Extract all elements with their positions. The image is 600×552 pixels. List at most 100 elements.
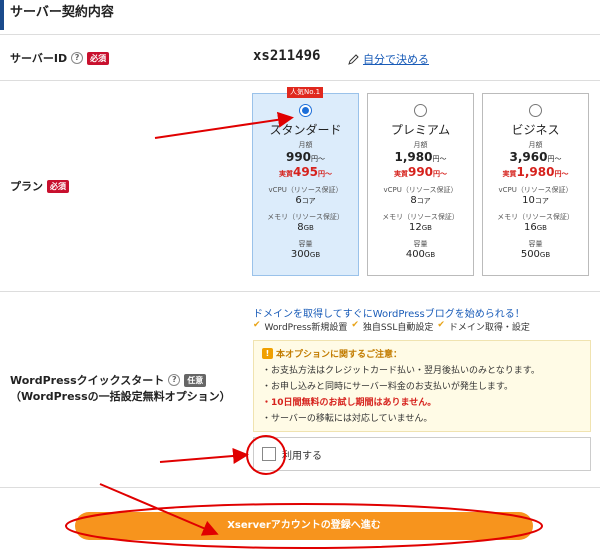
notice-title: ! 本オプションに関するご注意：	[262, 347, 582, 360]
mem-label: メモリ（リソース保証）	[267, 213, 344, 221]
cpu-label: vCPU（リソース保証）	[268, 186, 343, 194]
mem-unit: GB	[421, 224, 432, 232]
plan-name: プレミアム	[390, 123, 451, 137]
monthly-label: 月額	[298, 141, 313, 149]
real-label: 実質	[278, 170, 293, 178]
disk-number: 500	[520, 249, 540, 260]
decide-id-link[interactable]: 自分で決める	[348, 51, 429, 67]
mem-value: 16GB	[483, 222, 588, 233]
help-icon[interactable]: ?	[71, 52, 84, 64]
disk-label: 容量	[413, 240, 428, 248]
real-label: 実質	[502, 170, 517, 178]
disk-value: 400GB	[368, 249, 473, 260]
optional-badge: 任意	[184, 373, 207, 387]
feature-item: WordPress新規設置	[264, 323, 348, 333]
real-unit: 円～	[554, 170, 569, 178]
mem-label: メモリ（リソース保証）	[497, 213, 574, 221]
plan-price: 3,960円～	[483, 150, 588, 164]
price-unit: 円～	[432, 155, 447, 163]
popular-badge: 人気No.1	[287, 87, 324, 98]
wp-use-checkbox[interactable]	[262, 447, 276, 461]
mem-value: 12GB	[368, 222, 473, 233]
monthly-label: 月額	[413, 141, 428, 149]
cpu-value: 6コア	[253, 195, 358, 206]
mem-unit: GB	[536, 224, 547, 232]
help-icon[interactable]: ?	[168, 374, 181, 386]
disk-unit: GB	[309, 251, 321, 259]
required-badge: 必須	[47, 179, 69, 193]
plan-price: 1,980円～	[368, 150, 473, 164]
divider	[0, 487, 600, 488]
disk-number: 400	[405, 249, 425, 260]
plan-card-standard[interactable]: 人気No.1 スタンダード 月額 990円～ 実質495円～ vCPU（リソース…	[252, 87, 359, 276]
disk-label: 容量	[298, 240, 313, 248]
plan-label: プラン 必須	[10, 178, 69, 194]
section-title: サーバー契約内容	[0, 0, 600, 30]
server-id-label: サーバーID ? 必須	[10, 50, 110, 66]
check-icon: ✔	[437, 320, 445, 330]
plan-radio-business[interactable]	[529, 104, 542, 117]
real-label: 実質	[393, 170, 408, 178]
price-value: 1,980	[394, 150, 433, 164]
wp-use-option[interactable]: 利用する	[253, 437, 591, 471]
server-id-value: xs211496	[253, 48, 321, 64]
mem-number: 12	[409, 222, 422, 233]
mem-label: メモリ（リソース保証）	[382, 213, 459, 221]
mem-unit: GB	[303, 224, 314, 232]
check-icon: ✔	[253, 320, 261, 330]
wp-label-text: WordPressクイックスタート	[10, 374, 165, 387]
wp-label: WordPressクイックスタート ? 任意	[10, 372, 207, 388]
divider	[0, 34, 600, 35]
monthly-label: 月額	[528, 141, 543, 149]
cpu-value: 8コア	[368, 195, 473, 206]
disk-value: 300GB	[253, 249, 358, 260]
divider	[0, 80, 600, 81]
plan-price: 990円～	[253, 150, 358, 164]
warning-icon: !	[262, 348, 273, 359]
notice-item: お申し込みと同時にサーバー料金のお支払いが発生します。	[262, 379, 582, 395]
check-icon: ✔	[351, 320, 359, 330]
plan-name: ビジネス	[511, 123, 560, 137]
plan-card-premium[interactable]: プレミアム 月額 1,980円～ 実質990円～ vCPU（リソース保証） 8コ…	[367, 93, 474, 276]
mem-number: 16	[524, 222, 537, 233]
cpu-label: vCPU（リソース保証）	[498, 186, 573, 194]
pencil-icon	[348, 53, 359, 65]
plan-radio-premium[interactable]	[414, 104, 427, 117]
register-account-button[interactable]: Xserverアカウントの登録へ進む	[75, 512, 533, 540]
decide-id-link-label: 自分で決める	[363, 53, 429, 66]
feature-item: ドメイン取得・設定	[448, 323, 530, 333]
plan-radio-standard[interactable]	[299, 104, 312, 117]
required-badge: 必須	[87, 51, 110, 65]
notice-item: 10日間無料のお試し期間はありません。	[262, 395, 582, 411]
notice-list: お支払方法はクレジットカード払い・翌月後払いのみとなります。 お申し込みと同時に…	[262, 363, 582, 427]
cpu-unit: コア	[301, 197, 316, 205]
real-value: 495	[292, 165, 319, 179]
wp-use-label: 利用する	[282, 450, 322, 462]
disk-label: 容量	[528, 240, 543, 248]
wp-intro: ドメインを取得してすぐにWordPressブログを始められる！	[253, 309, 525, 320]
price-value: 3,960	[509, 150, 548, 164]
disk-number: 300	[290, 249, 310, 260]
plan-real-price: 実質1,980円～	[483, 165, 588, 179]
notice-title-text: 本オプションに関するご注意：	[276, 350, 403, 360]
disk-unit: GB	[424, 251, 436, 259]
cpu-unit: コア	[534, 197, 549, 205]
plan-label-text: プラン	[10, 180, 43, 193]
plan-name: スタンダード	[269, 123, 342, 137]
divider	[0, 291, 600, 292]
annotation-arrow	[159, 448, 249, 464]
plan-card-business[interactable]: ビジネス 月額 3,960円～ 実質1,980円～ vCPU（リソース保証） 1…	[482, 93, 589, 276]
disk-unit: GB	[539, 251, 551, 259]
server-id-label-text: サーバーID	[10, 52, 68, 65]
cpu-value: 10コア	[483, 195, 588, 206]
real-value: 1,980	[516, 165, 555, 179]
cpu-number: 10	[522, 195, 535, 206]
real-unit: 円～	[318, 170, 333, 178]
price-unit: 円～	[311, 155, 326, 163]
notice-item: お支払方法はクレジットカード払い・翌月後払いのみとなります。	[262, 363, 582, 379]
notice-item: サーバーの移転には対応していません。	[262, 411, 582, 427]
notice-box: ! 本オプションに関するご注意： お支払方法はクレジットカード払い・翌月後払いの…	[253, 340, 591, 432]
plan-real-price: 実質495円～	[253, 165, 358, 179]
feature-item: 独自SSL自動設定	[362, 323, 434, 333]
wp-sublabel: （WordPressの一括設定無料オプション）	[10, 390, 231, 403]
